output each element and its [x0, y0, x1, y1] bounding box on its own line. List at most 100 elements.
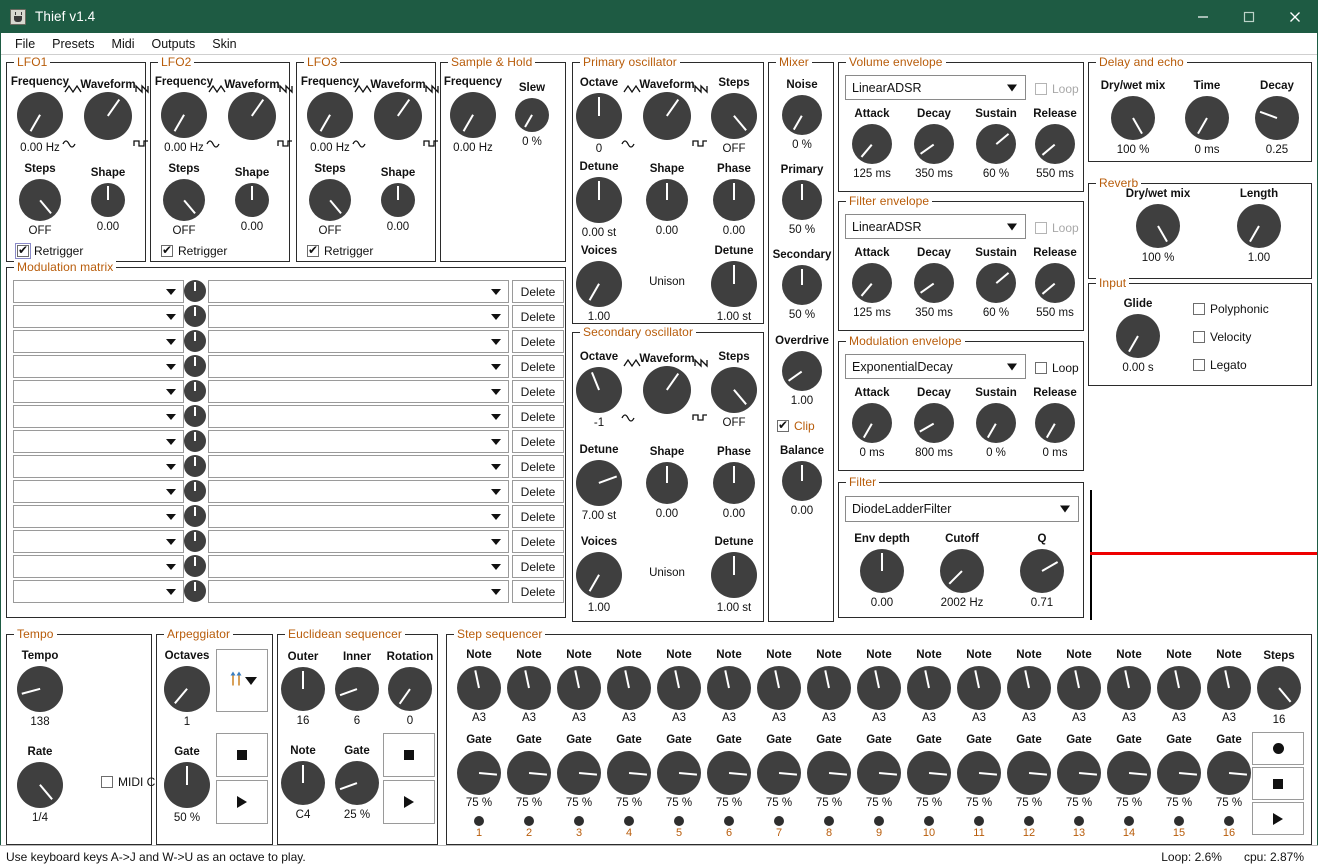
euclid-stop-button[interactable]	[383, 733, 435, 777]
mixer-primary-knob[interactable]	[782, 180, 822, 220]
lfo2-steps-knob[interactable]	[163, 179, 205, 221]
minimize-button[interactable]	[1180, 0, 1226, 33]
step-gate-knob[interactable]	[457, 751, 501, 795]
modmatrix-destination-select[interactable]	[208, 455, 509, 478]
step-gate-knob[interactable]	[807, 751, 851, 795]
volume-envelope-decay-knob[interactable]	[914, 124, 954, 164]
step-indicator-dot[interactable]	[624, 816, 634, 826]
modmatrix-destination-select[interactable]	[208, 530, 509, 553]
modulation-envelope-attack-knob[interactable]	[852, 403, 892, 443]
volume-envelope-type-select[interactable]: LinearADSR	[845, 75, 1026, 100]
filter-env-depth-knob[interactable]	[860, 549, 904, 593]
step-indicator-dot[interactable]	[1074, 816, 1084, 826]
modmatrix-amount-knob[interactable]	[184, 305, 206, 327]
lfo1-shape-knob[interactable]	[91, 183, 125, 217]
step-gate-knob[interactable]	[1007, 751, 1051, 795]
modmatrix-amount-knob[interactable]	[184, 480, 206, 502]
input-glide-knob[interactable]	[1116, 314, 1160, 358]
step-gate-knob[interactable]	[957, 751, 1001, 795]
filter-envelope-type-select[interactable]: LinearADSR	[845, 214, 1026, 239]
modmatrix-source-select[interactable]	[13, 430, 184, 453]
menu-file[interactable]: File	[7, 35, 43, 53]
modmatrix-amount-knob[interactable]	[184, 555, 206, 577]
volume-envelope-attack-knob[interactable]	[852, 124, 892, 164]
modmatrix-delete-button[interactable]: Delete	[512, 505, 564, 528]
step-sequencer-steps-knob[interactable]	[1257, 666, 1301, 710]
modmatrix-delete-button[interactable]: Delete	[512, 355, 564, 378]
step-indicator-dot[interactable]	[874, 816, 884, 826]
euclid-outer-knob[interactable]	[281, 667, 325, 711]
step-note-knob[interactable]	[957, 666, 1001, 710]
modmatrix-delete-button[interactable]: Delete	[512, 330, 564, 353]
step-indicator-dot[interactable]	[724, 816, 734, 826]
modmatrix-amount-knob[interactable]	[184, 530, 206, 552]
arp-gate-knob[interactable]	[164, 762, 210, 808]
euclid-play-button[interactable]	[383, 780, 435, 824]
primary-steps-knob[interactable]	[711, 93, 757, 139]
secondary-shape-knob[interactable]	[646, 462, 688, 504]
modmatrix-destination-select[interactable]	[208, 305, 509, 328]
step-gate-knob[interactable]	[1107, 751, 1151, 795]
primary-octave-knob[interactable]	[576, 93, 622, 139]
modmatrix-destination-select[interactable]	[208, 380, 509, 403]
lfo1-waveform-knob[interactable]	[84, 92, 132, 140]
step-play-button[interactable]	[1252, 802, 1304, 835]
step-gate-knob[interactable]	[557, 751, 601, 795]
filter-type-select[interactable]: DiodeLadderFilter	[845, 496, 1079, 522]
modmatrix-source-select[interactable]	[13, 355, 184, 378]
menu-presets[interactable]: Presets	[44, 35, 102, 53]
step-indicator-dot[interactable]	[674, 816, 684, 826]
menu-outputs[interactable]: Outputs	[143, 35, 203, 53]
step-note-knob[interactable]	[807, 666, 851, 710]
step-note-knob[interactable]	[1007, 666, 1051, 710]
modmatrix-destination-select[interactable]	[208, 405, 509, 428]
sample-hold-frequency-knob[interactable]	[450, 92, 496, 138]
modulation-envelope-type-select[interactable]: ExponentialDecay	[845, 354, 1026, 379]
lfo1-frequency-knob[interactable]	[17, 92, 63, 138]
modmatrix-destination-select[interactable]	[208, 355, 509, 378]
step-note-knob[interactable]	[1107, 666, 1151, 710]
modmatrix-delete-button[interactable]: Delete	[512, 455, 564, 478]
step-indicator-dot[interactable]	[1124, 816, 1134, 826]
tempo-knob-widget-knob[interactable]	[17, 666, 63, 712]
filter-envelope-loop-checkbox[interactable]: Loop	[1035, 221, 1079, 235]
step-gate-knob[interactable]	[857, 751, 901, 795]
step-note-knob[interactable]	[1157, 666, 1201, 710]
reverb-length-knob[interactable]	[1237, 204, 1281, 248]
euclid-note-knob[interactable]	[281, 761, 325, 805]
step-note-knob[interactable]	[1207, 666, 1251, 710]
modmatrix-amount-knob[interactable]	[184, 580, 206, 602]
step-gate-knob[interactable]	[607, 751, 651, 795]
modulation-envelope-loop-checkbox[interactable]: Loop	[1035, 361, 1079, 375]
step-indicator-dot[interactable]	[824, 816, 834, 826]
lfo2-shape-knob[interactable]	[235, 183, 269, 217]
step-note-knob[interactable]	[557, 666, 601, 710]
primary-phase-knob[interactable]	[713, 179, 755, 221]
step-gate-knob[interactable]	[657, 751, 701, 795]
step-indicator-dot[interactable]	[574, 816, 584, 826]
modmatrix-destination-select[interactable]	[208, 505, 509, 528]
step-note-knob[interactable]	[907, 666, 951, 710]
lfo2-waveform-knob[interactable]	[228, 92, 276, 140]
modmatrix-source-select[interactable]	[13, 455, 184, 478]
modmatrix-source-select[interactable]	[13, 380, 184, 403]
modmatrix-source-select[interactable]	[13, 580, 184, 603]
lfo3-retrigger-checkbox[interactable]: Retrigger	[307, 244, 373, 258]
volume-envelope-loop-checkbox[interactable]: Loop	[1035, 82, 1079, 96]
reverb-drywet-knob[interactable]	[1136, 204, 1180, 248]
filter-envelope-sustain-knob[interactable]	[976, 263, 1016, 303]
step-indicator-dot[interactable]	[1224, 816, 1234, 826]
modmatrix-amount-knob[interactable]	[184, 355, 206, 377]
step-gate-knob[interactable]	[507, 751, 551, 795]
modmatrix-source-select[interactable]	[13, 555, 184, 578]
volume-envelope-sustain-knob[interactable]	[976, 124, 1016, 164]
modmatrix-destination-select[interactable]	[208, 330, 509, 353]
modmatrix-destination-select[interactable]	[208, 555, 509, 578]
lfo3-steps-knob[interactable]	[309, 179, 351, 221]
mixer-noise-knob[interactable]	[782, 95, 822, 135]
step-indicator-dot[interactable]	[774, 816, 784, 826]
euclid-rotation-knob[interactable]	[388, 667, 432, 711]
modmatrix-source-select[interactable]	[13, 480, 184, 503]
modmatrix-delete-button[interactable]: Delete	[512, 530, 564, 553]
mixer-overdrive-knob[interactable]	[782, 351, 822, 391]
